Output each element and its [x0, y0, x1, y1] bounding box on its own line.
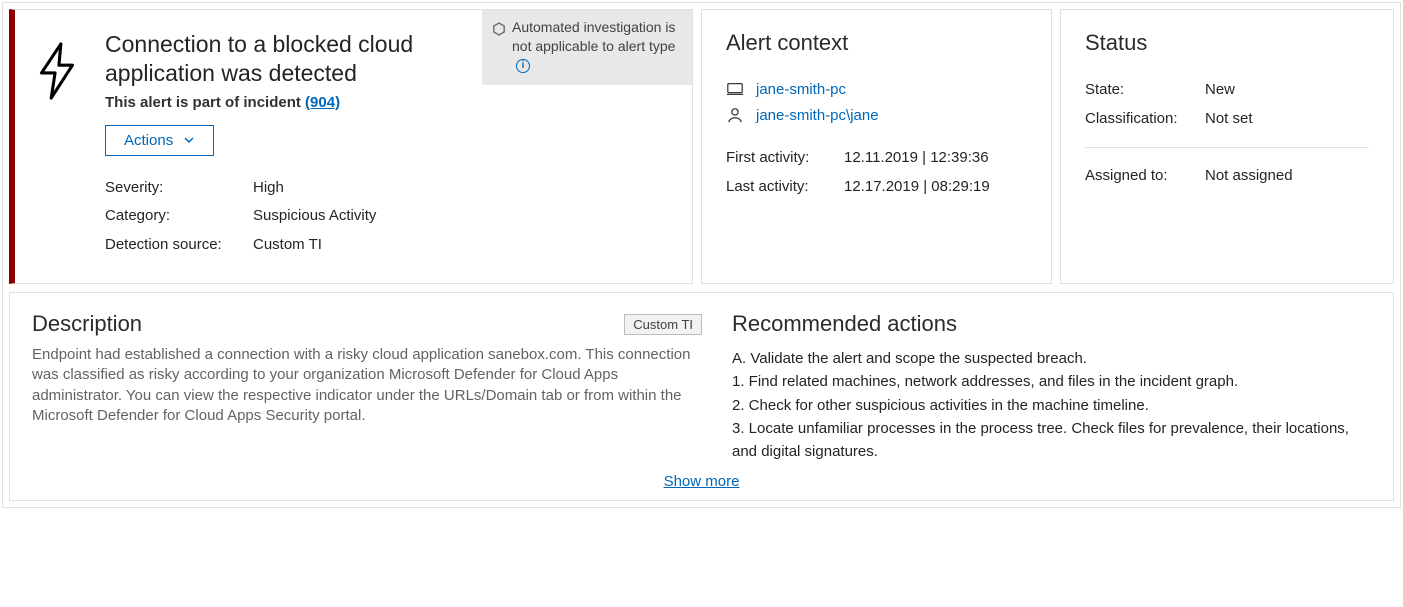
actions-button[interactable]: Actions [105, 125, 214, 156]
state-label: State: [1085, 76, 1205, 105]
device-icon [726, 80, 744, 98]
first-activity-value: 12.11.2019 | 12:39:36 [844, 144, 989, 173]
lightning-bolt-icon [33, 42, 81, 100]
state-row: State: New [1085, 76, 1369, 105]
detection-row: Detection source: Custom TI [105, 231, 668, 260]
context-links: jane-smith-pc jane-smith-pc\jane [726, 80, 1027, 124]
classification-row: Classification: Not set [1085, 105, 1369, 134]
first-activity-label: First activity: [726, 144, 844, 173]
rec-line-3: 3. Locate unfamiliar processes in the pr… [732, 417, 1371, 464]
description-tag: Custom TI [624, 314, 702, 335]
incident-subtitle-text: This alert is part of incident [105, 94, 305, 111]
alert-page: Connection to a blocked cloud applicatio… [2, 2, 1401, 508]
status-kv: State: New Classification: Not set Assig… [1085, 76, 1369, 191]
category-value: Suspicious Activity [253, 202, 376, 231]
top-row: Connection to a blocked cloud applicatio… [9, 9, 1394, 284]
alert-context-card: Alert context jane-smith-pc jane-smith-p… [701, 9, 1052, 284]
detection-label: Detection source: [105, 231, 253, 260]
rec-line-a: A. Validate the alert and scope the susp… [732, 347, 1371, 370]
status-divider [1085, 147, 1369, 148]
incident-link[interactable]: (904) [305, 94, 340, 111]
recommended-column: Recommended actions A. Validate the aler… [732, 311, 1371, 463]
bottom-columns: Description Custom TI Endpoint had estab… [32, 311, 1371, 463]
description-body: Endpoint had established a connection wi… [32, 345, 702, 426]
activity-kv: First activity: 12.11.2019 | 12:39:36 La… [726, 144, 1027, 201]
status-title: Status [1085, 30, 1369, 56]
rec-line-2: 2. Check for other suspicious activities… [732, 394, 1371, 417]
device-row: jane-smith-pc [726, 80, 1027, 98]
alert-icon-container [33, 30, 105, 259]
severity-label: Severity: [105, 174, 253, 203]
classification-label: Classification: [1085, 105, 1205, 134]
state-value: New [1205, 76, 1235, 105]
actions-button-label: Actions [124, 132, 173, 149]
last-activity-row: Last activity: 12.17.2019 | 08:29:19 [726, 173, 1027, 202]
assigned-row: Assigned to: Not assigned [1085, 162, 1369, 191]
recommended-body: A. Validate the alert and scope the susp… [732, 347, 1371, 463]
user-link[interactable]: jane-smith-pc\jane [756, 107, 879, 124]
incident-subtitle: This alert is part of incident (904) [105, 94, 668, 111]
user-row: jane-smith-pc\jane [726, 106, 1027, 124]
investigation-banner-text: Automated investigation is not applicabl… [512, 19, 675, 54]
classification-value: Not set [1205, 105, 1253, 134]
last-activity-label: Last activity: [726, 173, 844, 202]
description-title: Description [32, 311, 142, 337]
category-label: Category: [105, 202, 253, 231]
alert-summary-card: Connection to a blocked cloud applicatio… [9, 9, 693, 284]
show-more-link[interactable]: Show more [664, 473, 740, 490]
severity-row: Severity: High [105, 174, 668, 203]
recommended-title: Recommended actions [732, 311, 1371, 337]
info-icon[interactable]: i [516, 59, 530, 73]
chevron-down-icon [183, 134, 195, 146]
first-activity-row: First activity: 12.11.2019 | 12:39:36 [726, 144, 1027, 173]
assigned-label: Assigned to: [1085, 162, 1205, 191]
show-more-row: Show more [32, 463, 1371, 494]
description-column: Description Custom TI Endpoint had estab… [32, 311, 702, 463]
alert-title: Connection to a blocked cloud applicatio… [105, 30, 435, 88]
description-card: Description Custom TI Endpoint had estab… [9, 292, 1394, 501]
category-row: Category: Suspicious Activity [105, 202, 668, 231]
alert-context-title: Alert context [726, 30, 1027, 56]
investigation-banner: Automated investigation is not applicabl… [482, 10, 692, 85]
assigned-value: Not assigned [1205, 162, 1293, 191]
hexagon-icon [492, 22, 506, 36]
detection-value: Custom TI [253, 231, 322, 260]
last-activity-value: 12.17.2019 | 08:29:19 [844, 173, 990, 202]
status-card: Status State: New Classification: Not se… [1060, 9, 1394, 284]
device-link[interactable]: jane-smith-pc [756, 81, 846, 98]
investigation-banner-text-wrap: Automated investigation is not applicabl… [512, 18, 682, 75]
summary-kv: Severity: High Category: Suspicious Acti… [105, 174, 668, 260]
description-header: Description Custom TI [32, 311, 702, 337]
user-icon [726, 106, 744, 124]
rec-line-1: 1. Find related machines, network addres… [732, 370, 1371, 393]
severity-value: High [253, 174, 284, 203]
